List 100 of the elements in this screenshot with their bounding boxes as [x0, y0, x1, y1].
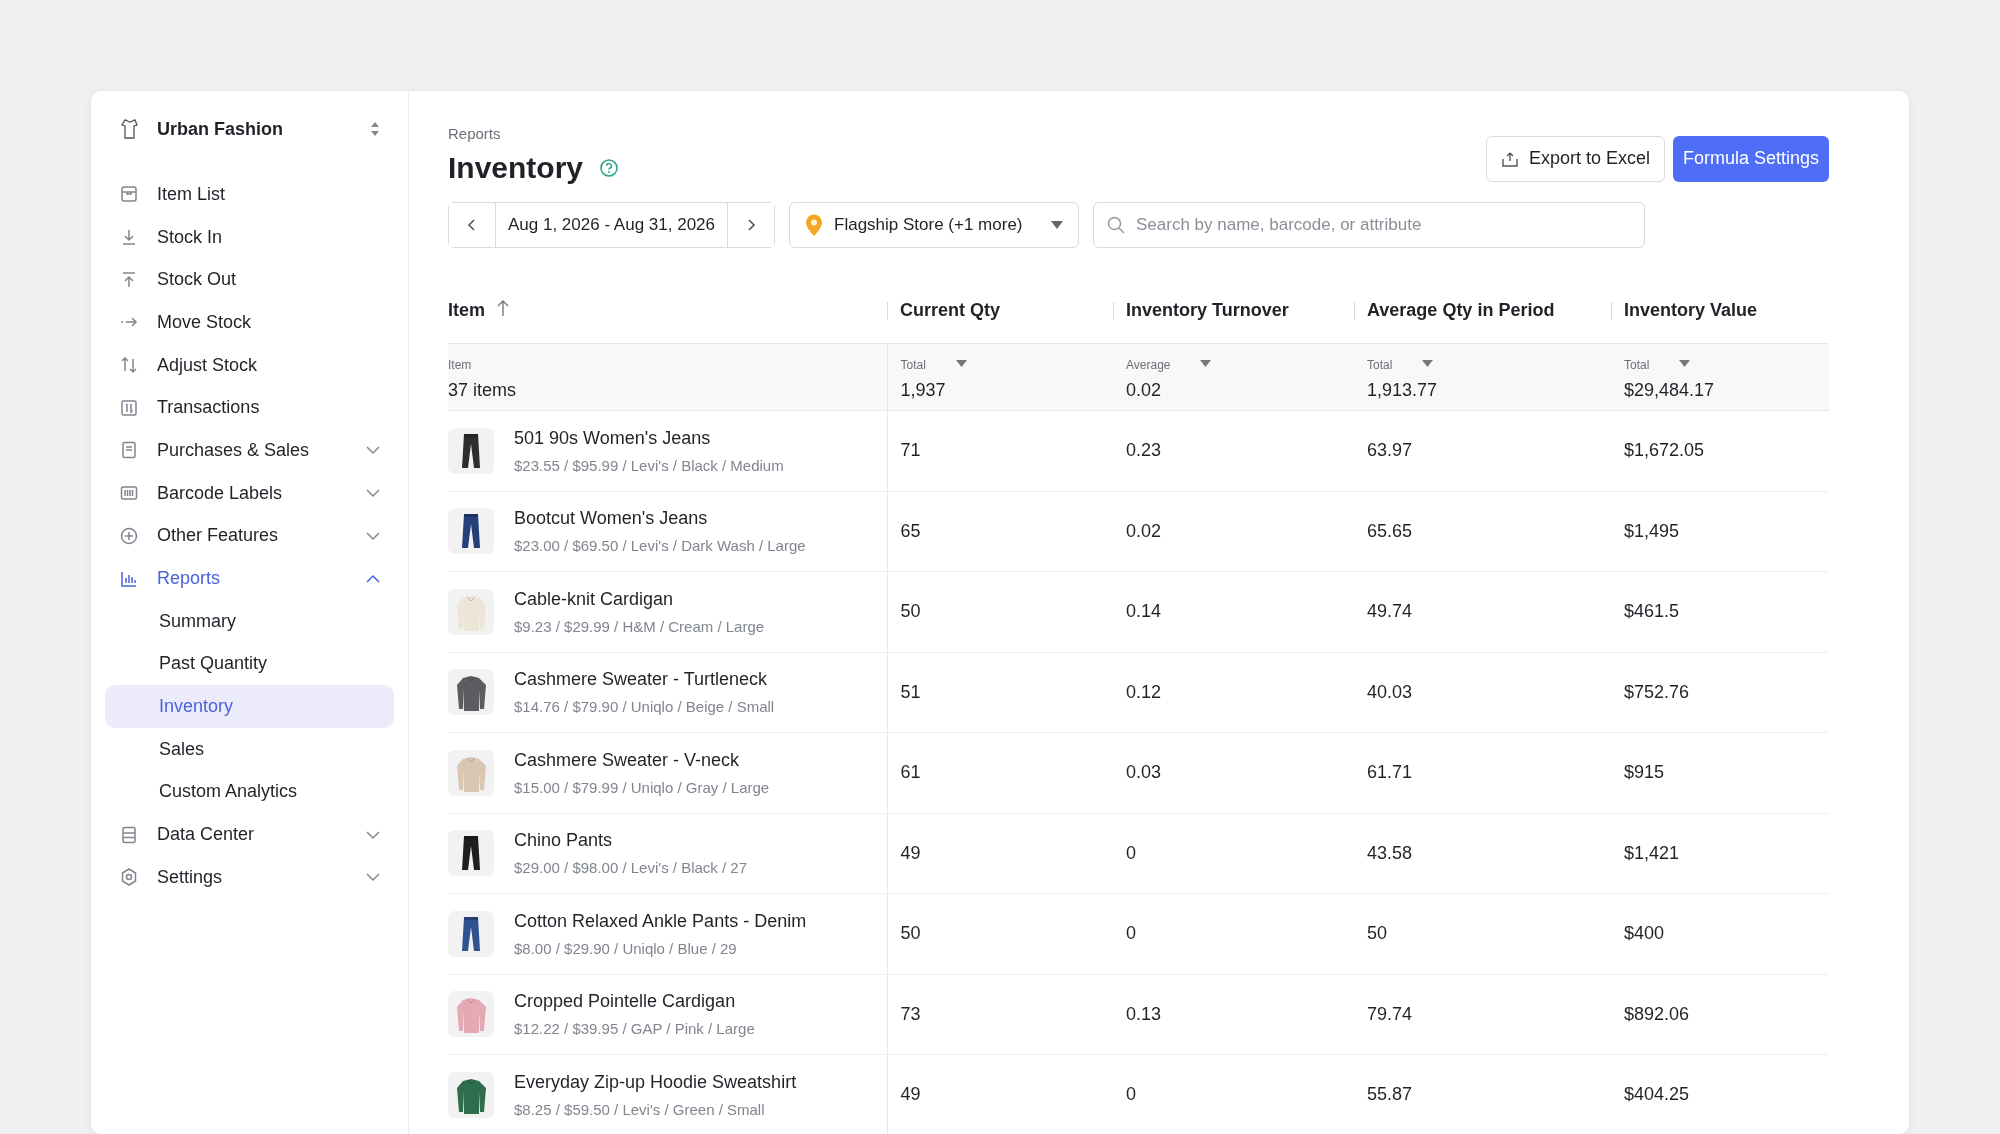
help-icon[interactable] — [599, 157, 620, 178]
formula-settings-button[interactable]: Formula Settings — [1672, 135, 1829, 182]
turnover-cell: 0.13 — [1113, 974, 1354, 1055]
item-name[interactable]: Bootcut Women's Jeans — [514, 505, 806, 532]
item-name[interactable]: Chino Pants — [514, 827, 747, 854]
item-name[interactable]: Everyday Zip-up Hoodie Sweatshirt — [514, 1068, 797, 1096]
caret-icon[interactable] — [1422, 360, 1434, 368]
turnover-cell: 0 — [1113, 1054, 1354, 1134]
workspace-name: Urban Fashion — [157, 117, 284, 141]
breadcrumb[interactable]: Reports — [448, 123, 620, 146]
chevron-down-icon — [366, 872, 380, 883]
sidebar-item[interactable]: Transactions — [105, 386, 394, 430]
column-header: Average Qty in Period — [1354, 277, 1611, 344]
column-header[interactable]: Item — [448, 277, 887, 344]
average-qty-cell: 49.74 — [1354, 571, 1611, 652]
sidebar-item[interactable]: Reports — [105, 557, 394, 600]
column-header: Current Qty — [887, 277, 1113, 344]
sidebar-item[interactable]: Stock In — [105, 215, 394, 259]
item-name[interactable]: Cashmere Sweater - Turtleneck — [514, 666, 775, 693]
sidebar-subitem[interactable]: Inventory — [105, 685, 394, 728]
average-qty-cell: 55.87 — [1354, 1054, 1611, 1134]
column-header: Inventory Value — [1611, 277, 1829, 344]
quantity-cell: 49 — [887, 813, 1113, 894]
average-qty-cell: 63.97 — [1354, 410, 1611, 491]
sidebar-item[interactable]: Settings — [105, 856, 394, 899]
value-cell: $404.25 — [1611, 1054, 1829, 1134]
quantity-cell: 49 — [887, 1054, 1113, 1134]
item-details: $23.55 / $95.99 / Levi's / Black / Medium — [514, 455, 784, 476]
quantity-cell: 50 — [887, 893, 1113, 974]
item-details: $8.25 / $59.50 / Levi's / Green / Small — [514, 1099, 766, 1120]
average-qty-cell: 50 — [1354, 893, 1611, 974]
sort-toggle-icon[interactable] — [370, 121, 380, 137]
sidebar-item[interactable]: Purchases & Sales — [105, 429, 394, 472]
quantity-cell: 73 — [887, 974, 1113, 1055]
item-details: $9.23 / $29.99 / H&M / Cream / Large — [514, 616, 765, 637]
column-header: Inventory Turnover — [1113, 277, 1354, 344]
item-details: $12.22 / $39.95 / GAP / Pink / Large — [514, 1019, 755, 1039]
turnover-cell: 0.12 — [1113, 652, 1354, 733]
database-icon — [119, 824, 139, 845]
sidebar-subitem[interactable]: Summary — [105, 599, 394, 643]
turnover-cell: 0.03 — [1113, 732, 1354, 813]
summary-value: 0.02 — [1126, 379, 1163, 402]
item-name[interactable]: Cropped Pointelle Cardigan — [514, 988, 755, 1015]
caret-icon[interactable] — [955, 360, 967, 368]
page-title: Inventory — [448, 149, 584, 186]
average-qty-cell: 65.65 — [1354, 491, 1611, 572]
value-cell: $1,421 — [1611, 813, 1829, 894]
caret-icon[interactable] — [1679, 360, 1691, 368]
value-cell: $915 — [1611, 732, 1829, 813]
export-button[interactable]: Export to Excel — [1485, 135, 1665, 182]
summary-label[interactable]: Total — [900, 356, 926, 374]
swap-arrows-icon — [119, 355, 139, 376]
quantity-cell: 50 — [887, 571, 1113, 652]
quantity-cell: 65 — [887, 491, 1113, 572]
sidebar-item[interactable]: Other Features — [105, 514, 394, 558]
value-cell: $400 — [1611, 893, 1829, 974]
date-range-picker[interactable]: Aug 1, 2026 - Aug 31, 2026 — [448, 201, 775, 248]
sidebar-item[interactable]: Adjust Stock — [105, 343, 394, 387]
value-cell: $461.5 — [1611, 571, 1829, 652]
item-details: $29.00 / $98.00 / Levi's / Black / 27 — [514, 858, 747, 878]
sidebar-subitem[interactable]: Past Quantity — [105, 642, 394, 686]
summary-value: 1,937 — [900, 379, 947, 402]
search-field[interactable]: Search by name, barcode, or attribute — [1093, 201, 1645, 248]
chevron-up-icon — [366, 573, 380, 584]
turnover-cell: 0.23 — [1113, 410, 1354, 491]
store-dropdown[interactable]: Flagship Store (+1 more) — [789, 201, 1079, 248]
summary-value: 37 items — [448, 379, 518, 402]
sidebar-item[interactable]: Item List — [105, 173, 394, 216]
item-name[interactable]: Cable-knit Cardigan — [514, 585, 765, 613]
value-cell: $892.06 — [1611, 974, 1829, 1055]
quantity-cell: 51 — [887, 652, 1113, 733]
turnover-cell: 0.14 — [1113, 571, 1354, 652]
value-cell: $752.76 — [1611, 652, 1829, 733]
sidebar-item[interactable]: Data Center — [105, 813, 394, 856]
ledger-icon — [119, 397, 139, 418]
sidebar-item[interactable]: Barcode Labels — [105, 471, 394, 515]
quantity-cell: 71 — [887, 410, 1113, 491]
sidebar-subitem[interactable]: Sales — [105, 727, 394, 771]
chevron-down-icon — [366, 488, 380, 499]
turnover-cell: 0 — [1113, 813, 1354, 894]
sidebar-subitem[interactable]: Custom Analytics — [105, 770, 394, 814]
sidebar-item[interactable]: Move Stock — [105, 301, 394, 344]
average-qty-cell: 61.71 — [1354, 732, 1611, 813]
summary-label[interactable]: Total — [1367, 356, 1393, 374]
average-qty-cell: 79.74 — [1354, 974, 1611, 1055]
summary-label[interactable]: Total — [1624, 356, 1650, 374]
plus-circle-icon — [119, 525, 139, 546]
caret-icon[interactable] — [1200, 360, 1212, 368]
summary-label[interactable]: Average — [1126, 356, 1171, 374]
item-name[interactable]: Cotton Relaxed Ankle Pants - Denim — [514, 907, 807, 935]
value-cell: $1,672.05 — [1611, 410, 1829, 491]
document-icon — [119, 440, 139, 461]
sidebar-item[interactable]: Stock Out — [105, 258, 394, 302]
quantity-cell: 61 — [887, 732, 1113, 813]
summary-label: Item — [448, 357, 472, 374]
chevron-down-icon — [366, 829, 380, 840]
turnover-cell: 0 — [1113, 893, 1354, 974]
gear-icon — [119, 867, 139, 888]
item-name[interactable]: 501 90s Women's Jeans — [514, 424, 784, 452]
item-name[interactable]: Cashmere Sweater - V-neck — [514, 746, 770, 774]
